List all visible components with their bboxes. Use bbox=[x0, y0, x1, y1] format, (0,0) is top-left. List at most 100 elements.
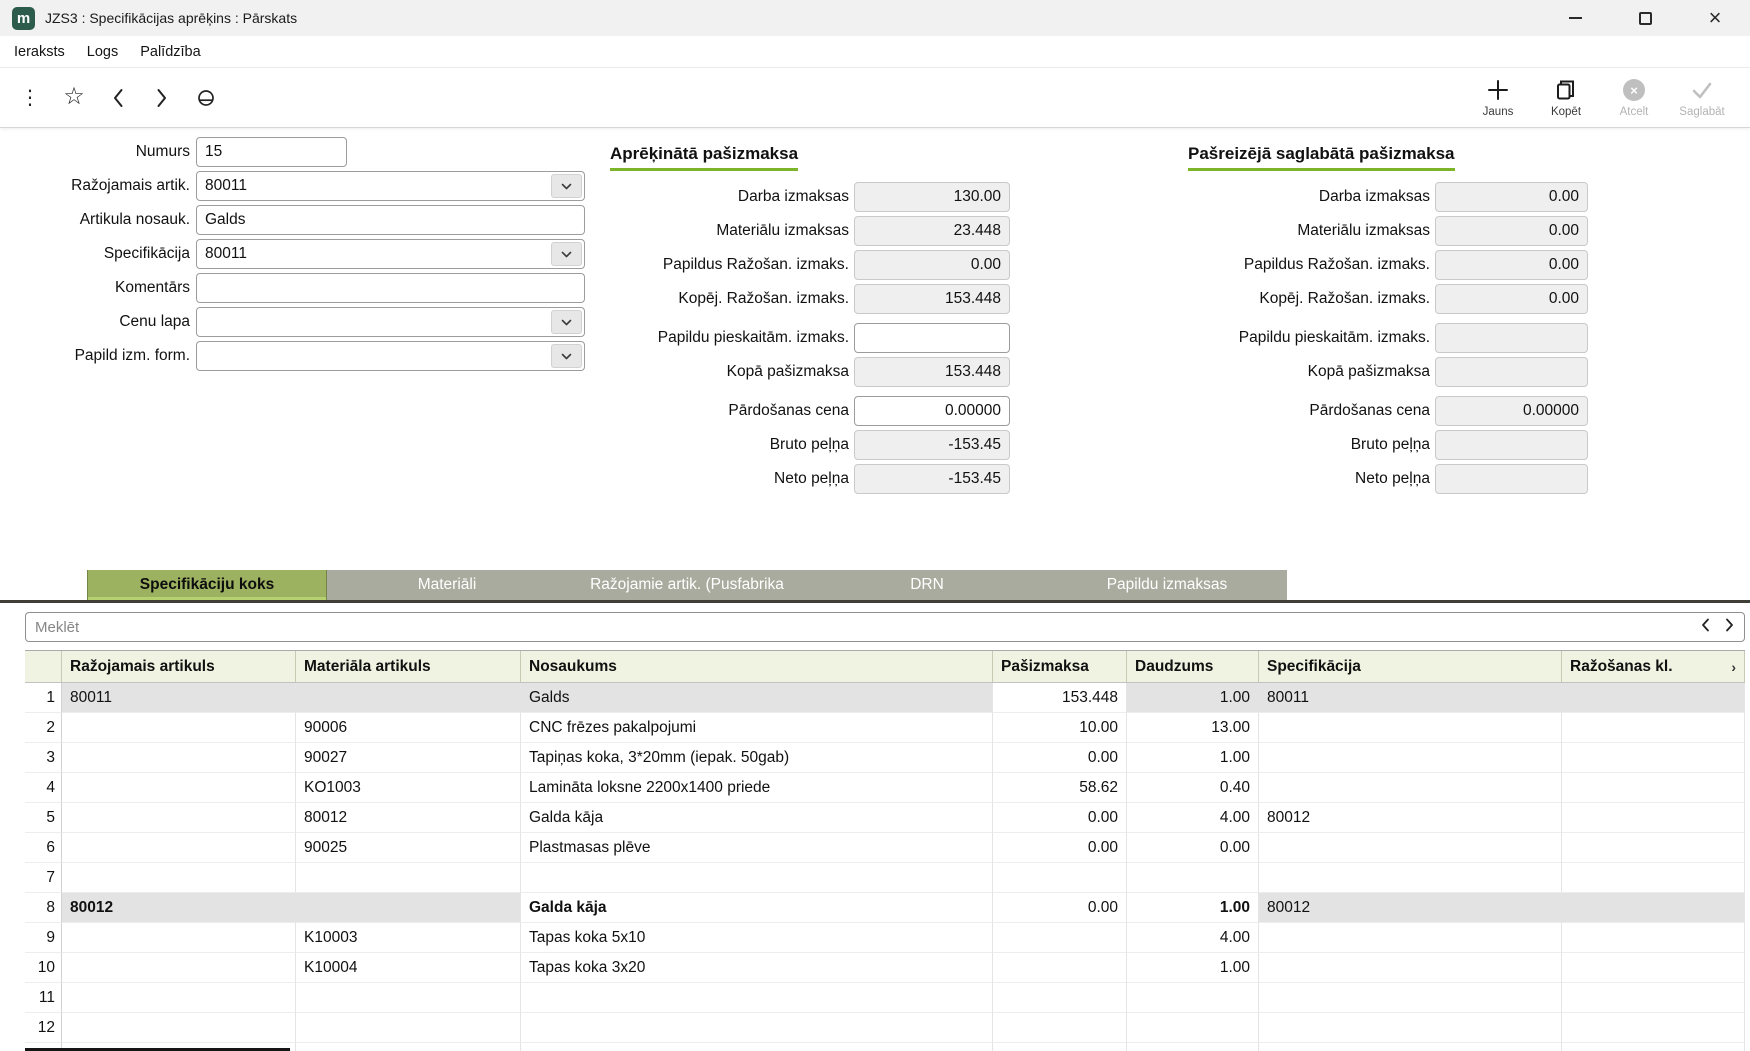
tab-specifik-ciju-koks[interactable]: Specifikāciju koks bbox=[87, 570, 327, 600]
cell[interactable]: 80012 bbox=[62, 893, 296, 923]
cell[interactable] bbox=[993, 983, 1127, 1013]
cell[interactable] bbox=[1259, 833, 1562, 863]
cell[interactable]: 0.00 bbox=[993, 803, 1127, 833]
cell[interactable]: 80011 bbox=[1259, 683, 1562, 713]
cell[interactable] bbox=[1562, 803, 1745, 833]
column-header-ra-o-anas-kl[interactable]: Ražošanas kl.› bbox=[1562, 651, 1745, 682]
select-papild-izm-form[interactable] bbox=[196, 341, 585, 371]
cell[interactable]: 90006 bbox=[296, 713, 521, 743]
cell[interactable]: KO1003 bbox=[296, 773, 521, 803]
cell[interactable] bbox=[993, 1013, 1127, 1043]
cell[interactable]: 0.00 bbox=[993, 743, 1127, 773]
row-number[interactable]: 7 bbox=[25, 863, 62, 893]
tab-drn[interactable]: DRN bbox=[807, 570, 1047, 600]
cell[interactable] bbox=[521, 863, 993, 893]
cell[interactable] bbox=[993, 923, 1127, 953]
tab-ra-ojamie-artik-pusfabrika[interactable]: Ražojamie artik. (Pusfabrika bbox=[567, 570, 807, 600]
cell[interactable]: 80011 bbox=[62, 683, 296, 713]
select-ra-ojamais-artik[interactable]: 80011 bbox=[196, 171, 585, 201]
minimize-button[interactable] bbox=[1540, 0, 1610, 36]
cell[interactable] bbox=[1127, 863, 1259, 893]
cell[interactable] bbox=[296, 683, 521, 713]
copy-button[interactable]: Kopēt bbox=[1532, 77, 1600, 118]
cell[interactable] bbox=[993, 953, 1127, 983]
select-specifik-cija[interactable]: 80011 bbox=[196, 239, 585, 269]
cell[interactable] bbox=[1562, 1043, 1745, 1051]
cell[interactable] bbox=[1562, 773, 1745, 803]
cell[interactable]: Galda kāja bbox=[521, 893, 993, 923]
cell[interactable]: Galda kāja bbox=[521, 803, 993, 833]
cell[interactable]: 0.40 bbox=[1127, 773, 1259, 803]
cell[interactable] bbox=[62, 923, 296, 953]
cell[interactable]: 4.00 bbox=[1127, 803, 1259, 833]
cell[interactable] bbox=[62, 983, 296, 1013]
chevron-left-icon[interactable] bbox=[96, 77, 140, 119]
cell[interactable]: Tapiņas koka, 3*20mm (iepak. 50gab) bbox=[521, 743, 993, 773]
cell[interactable]: 13.00 bbox=[1127, 713, 1259, 743]
row-number[interactable]: 8 bbox=[25, 893, 62, 923]
row-number[interactable]: 12 bbox=[25, 1013, 62, 1043]
cell[interactable] bbox=[1562, 923, 1745, 953]
row-number[interactable]: 2 bbox=[25, 713, 62, 743]
attachment-icon[interactable] bbox=[184, 77, 228, 119]
cell[interactable] bbox=[296, 1013, 521, 1043]
cell[interactable] bbox=[1259, 983, 1562, 1013]
cell[interactable] bbox=[993, 1043, 1127, 1051]
row-number[interactable]: 1 bbox=[25, 683, 62, 713]
cell[interactable]: Tapas koka 5x10 bbox=[521, 923, 993, 953]
cell[interactable] bbox=[62, 1013, 296, 1043]
cell[interactable] bbox=[62, 743, 296, 773]
chevron-right-icon[interactable] bbox=[140, 77, 184, 119]
row-number[interactable]: 6 bbox=[25, 833, 62, 863]
cell[interactable]: Plastmasas plēve bbox=[521, 833, 993, 863]
cell[interactable]: 4.00 bbox=[1127, 923, 1259, 953]
column-header-daudzums[interactable]: Daudzums bbox=[1127, 651, 1259, 682]
cell[interactable]: 1.00 bbox=[1127, 893, 1259, 923]
row-number[interactable]: 5 bbox=[25, 803, 62, 833]
cell[interactable]: 80012 bbox=[296, 803, 521, 833]
cell[interactable] bbox=[62, 773, 296, 803]
column-header-specifik-cija[interactable]: Specifikācija bbox=[1259, 651, 1562, 682]
cell[interactable]: Galds bbox=[521, 683, 993, 713]
menu-item-ieraksts[interactable]: Ieraksts bbox=[3, 44, 76, 60]
cell[interactable]: 10.00 bbox=[993, 713, 1127, 743]
cell[interactable] bbox=[1259, 863, 1562, 893]
column-header-ra-ojamais-artikuls[interactable]: Ražojamais artikuls bbox=[62, 651, 296, 682]
cell[interactable] bbox=[1562, 893, 1745, 923]
cost-value-field[interactable] bbox=[854, 323, 1010, 353]
cell[interactable]: Lamināta loksne 2200x1400 priede bbox=[521, 773, 993, 803]
cell[interactable] bbox=[296, 893, 521, 923]
cell[interactable]: 58.62 bbox=[993, 773, 1127, 803]
cell[interactable] bbox=[1259, 1013, 1562, 1043]
cell[interactable] bbox=[296, 1043, 521, 1051]
cell[interactable]: 90027 bbox=[296, 743, 521, 773]
cell[interactable] bbox=[1562, 1013, 1745, 1043]
search-prev-icon[interactable] bbox=[1701, 618, 1710, 637]
cell[interactable]: CNC frēzes pakalpojumi bbox=[521, 713, 993, 743]
input-artikula-nosauk[interactable]: Galds bbox=[196, 205, 585, 235]
cell[interactable]: 90025 bbox=[296, 833, 521, 863]
cell[interactable]: K10004 bbox=[296, 953, 521, 983]
cell[interactable] bbox=[1562, 833, 1745, 863]
column-header-row-number[interactable] bbox=[25, 651, 62, 682]
new-button[interactable]: Jauns bbox=[1464, 77, 1532, 118]
column-scroll-right-icon[interactable]: › bbox=[1731, 659, 1736, 675]
close-button[interactable]: × bbox=[1680, 0, 1750, 36]
cell[interactable] bbox=[521, 1043, 993, 1051]
cell[interactable] bbox=[62, 833, 296, 863]
cell[interactable] bbox=[1562, 863, 1745, 893]
cell[interactable] bbox=[296, 863, 521, 893]
cell[interactable] bbox=[1562, 743, 1745, 773]
cell[interactable]: 1.00 bbox=[1127, 743, 1259, 773]
cell[interactable]: 1.00 bbox=[1127, 683, 1259, 713]
cell[interactable] bbox=[62, 953, 296, 983]
column-header-pa-izmaksa[interactable]: Pašizmaksa bbox=[993, 651, 1127, 682]
input-numurs[interactable]: 15 bbox=[196, 137, 347, 167]
menu-item-pal-dz-ba[interactable]: Palīdzība bbox=[129, 44, 211, 60]
search-input[interactable] bbox=[25, 612, 1745, 642]
cell[interactable]: 80012 bbox=[1259, 893, 1562, 923]
cell[interactable] bbox=[1259, 773, 1562, 803]
cell[interactable] bbox=[1259, 1043, 1562, 1051]
menu-item-logs[interactable]: Logs bbox=[76, 44, 129, 60]
maximize-button[interactable] bbox=[1610, 0, 1680, 36]
